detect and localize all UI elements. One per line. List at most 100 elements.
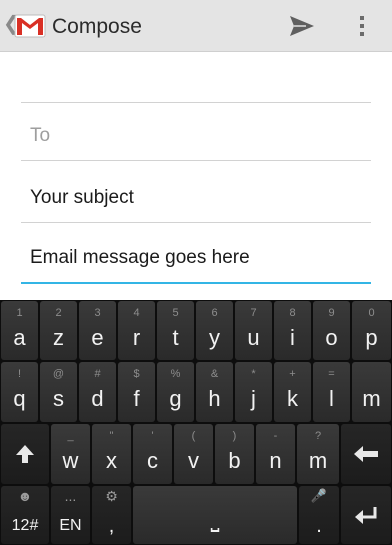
key-g[interactable]: % g — [157, 362, 194, 422]
key-v[interactable]: (v — [174, 424, 213, 484]
key-alt: 9 — [328, 307, 335, 319]
key-b[interactable]: ) b — [215, 424, 254, 484]
key-label: u — [247, 325, 260, 350]
body-value: Email message goes here — [30, 247, 250, 268]
space-key[interactable]: ⎵ — [133, 486, 297, 544]
overflow-menu-icon — [360, 16, 364, 36]
key-d[interactable]: # d — [79, 362, 116, 422]
key-e[interactable]: 3e — [79, 301, 116, 360]
language-key[interactable]: ... EN — [51, 486, 90, 544]
overflow-menu-button[interactable] — [350, 10, 374, 42]
key-label: o — [325, 325, 338, 350]
key-s[interactable]: @ s — [40, 362, 77, 422]
key-label: m — [362, 386, 381, 411]
to-placeholder: To — [30, 125, 51, 146]
key-l[interactable]: = l — [313, 362, 350, 422]
key-alt: ) — [232, 430, 237, 442]
key-alt: ! — [17, 368, 22, 380]
to-field[interactable]: To — [21, 111, 371, 161]
key-alt: $ — [133, 368, 140, 380]
key-alt: " — [109, 430, 114, 442]
key-o[interactable]: 9o — [313, 301, 350, 360]
key-alt: # — [94, 368, 101, 380]
key-alt: * — [251, 368, 256, 380]
key-alt: ' — [151, 430, 154, 442]
key-a[interactable]: 1a — [1, 301, 38, 360]
key-i[interactable]: 8i — [274, 301, 311, 360]
key-f[interactable]: $ f — [118, 362, 155, 422]
key-alt: = — [328, 368, 335, 380]
key-u[interactable]: 7u — [235, 301, 272, 360]
key-alt: 1 — [16, 307, 23, 319]
emoji-icon: ☻ — [17, 488, 33, 504]
key-label: n — [269, 448, 282, 473]
backspace-key[interactable] — [341, 424, 391, 484]
key-alt: & — [210, 368, 219, 380]
key-label: y — [209, 325, 220, 350]
key-k[interactable]: + k — [274, 362, 311, 422]
key-w[interactable]: _ w — [51, 424, 90, 484]
key-label: t — [172, 325, 179, 350]
body-field[interactable]: Email message goes here — [21, 233, 371, 284]
settings-icon: ⚙ — [105, 488, 118, 504]
subject-field[interactable]: Your subject — [21, 172, 371, 223]
key-alt: ... — [64, 488, 77, 504]
key-r[interactable]: 4r — [118, 301, 155, 360]
key-alt: 0 — [368, 307, 375, 319]
key-label: h — [208, 386, 221, 411]
key-label: j — [251, 386, 256, 411]
key-label: c — [147, 448, 158, 473]
key-label: q — [13, 386, 26, 411]
numbers-key[interactable]: ☻ 12# — [1, 486, 49, 544]
key-h[interactable]: & h — [196, 362, 233, 422]
key-alt: 3 — [94, 307, 101, 319]
enter-key[interactable] — [341, 486, 391, 544]
key-alt: 5 — [172, 307, 179, 319]
key-m-row2[interactable]: m — [352, 362, 391, 422]
key-label: . — [316, 515, 322, 537]
subject-value: Your subject — [30, 187, 134, 208]
key-m[interactable]: ? m — [297, 424, 339, 484]
key-t[interactable]: 5t — [157, 301, 194, 360]
key-c[interactable]: ' c — [133, 424, 172, 484]
key-x[interactable]: " x — [92, 424, 131, 484]
key-j[interactable]: * j — [235, 362, 272, 422]
key-label: w — [62, 448, 79, 473]
key-alt: ( — [191, 430, 196, 442]
key-label: l — [329, 386, 334, 411]
key-q[interactable]: ! q — [1, 362, 38, 422]
gmail-logo-icon[interactable] — [14, 10, 46, 42]
key-label: EN — [59, 517, 82, 534]
send-button[interactable] — [282, 10, 322, 42]
key-z[interactable]: 2z — [40, 301, 77, 360]
key-label: p — [365, 325, 378, 350]
shift-key[interactable] — [1, 424, 49, 484]
key-label: d — [91, 386, 104, 411]
key-alt: _ — [67, 430, 74, 442]
key-label: i — [290, 325, 295, 350]
key-alt: ? — [314, 430, 322, 442]
mic-icon: 🎤 — [310, 488, 328, 503]
from-field[interactable] — [21, 52, 371, 103]
key-alt: - — [273, 430, 278, 442]
key-alt: % — [170, 368, 181, 380]
key-alt: 7 — [250, 307, 257, 319]
key-label: m — [308, 448, 328, 473]
key-alt: 4 — [133, 307, 140, 319]
key-label: k — [287, 386, 298, 411]
action-bar: ❮ Compose — [0, 0, 392, 52]
shift-icon — [16, 445, 34, 463]
key-label: , — [108, 515, 115, 537]
page-title: Compose — [52, 15, 142, 38]
key-p[interactable]: 0p — [352, 301, 391, 360]
period-mic-key[interactable]: 🎤 . — [299, 486, 339, 544]
key-alt: 8 — [289, 307, 296, 319]
backspace-icon — [354, 446, 378, 462]
settings-comma-key[interactable]: ⚙ , — [92, 486, 131, 544]
send-icon — [290, 16, 314, 36]
enter-icon — [355, 507, 377, 524]
key-label: g — [169, 386, 182, 411]
key-label: e — [91, 325, 104, 350]
key-n[interactable]: -n — [256, 424, 295, 484]
key-y[interactable]: 6y — [196, 301, 233, 360]
